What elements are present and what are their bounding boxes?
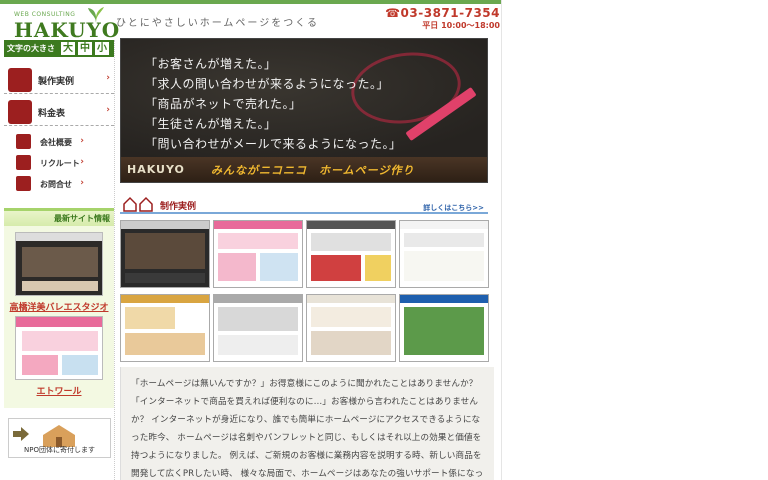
phone-number: ☎03-3871-7354 [385,6,500,20]
mail-icon [16,176,31,191]
sidebar-divider [114,40,115,480]
leaf-icon [88,7,104,23]
sidebar-item-label: リクルート [40,159,80,168]
intro-text: 「ホームページは無いんですか？」お得意様にこのように聞かれたことはありませんか？… [131,379,484,479]
work-thumbnail-4[interactable] [399,220,489,288]
font-size-medium-button[interactable]: 中 [77,41,93,56]
hero-quote: 「問い合わせがメールで来るようになった。」 [145,137,402,151]
contact-phone: ☎03-3871-7354 平日 10:00〜18:00 [380,6,500,32]
sidebar-item-label: お問合せ [40,180,72,189]
hero-quote: 「お客さんが増えた。」 [145,57,277,71]
sidebar-item-label: 製作実例 [38,77,75,87]
latest-site-link-2[interactable]: エトワール [4,384,114,397]
chevron-right-icon: › [80,178,84,188]
chevron-right-icon: › [80,157,84,167]
works-section-title: 制作実例 [160,202,197,212]
sidebar-item-price[interactable]: 料金表 › [4,98,114,126]
hero-quote: 「商品がネットで売れた。」 [145,97,302,111]
sidebar-item-label: 料金表 [38,109,66,119]
work-thumbnail-2[interactable] [213,220,303,288]
font-size-small-button[interactable]: 小 [94,41,110,56]
font-size-large-button[interactable]: 大 [60,41,76,56]
home-icon [16,134,31,149]
house-icon [43,425,75,447]
work-thumbnail-6[interactable] [213,294,303,362]
intro-section: 「ホームページは無いんですか？」お得意様にこのように聞かれたことはありませんか？… [120,367,494,480]
latest-sites-title: 最新サイト情報 [54,214,110,223]
npo-label: NPO団体に寄付します [24,446,95,454]
work-thumbnail-8[interactable] [399,294,489,362]
arrow-right-icon [13,427,29,441]
tagline: ひとにやさしいホームページをつくる [116,18,319,29]
hero-slogan: みんながニコニコ ホームページ作り [211,164,415,177]
house-outline-icon [123,196,153,212]
chevron-right-icon: › [80,136,84,146]
page: WEB CONSULTING HAKUYO ひとにやさしいホームページをつくる … [0,0,502,480]
work-thumbnail-3[interactable] [306,220,396,288]
works-icon [8,68,32,92]
sidebar-item-company[interactable]: 会社概要 › [4,132,114,152]
hero-banner: 「お客さんが増えた。」 「求人の問い合わせが来るようになった。」 「商品がネット… [120,38,488,183]
latest-site-thumbnail-2[interactable] [15,316,103,380]
top-bar [0,0,501,4]
latest-sites-panel: 最新サイト情報 高橋洋美バレエスタジオ エトワール [4,208,114,408]
hero-slogan-strip: HAKUYO みんながニコニコ ホームページ作り [121,157,487,182]
works-more-link[interactable]: 詳しくはこちら>> [423,203,484,213]
latest-site-link-1[interactable]: 高橋洋美バレエスタジオ [4,300,114,313]
work-thumbnail-5[interactable] [120,294,210,362]
work-thumbnail-7[interactable] [306,294,396,362]
hero-brand: HAKUYO [127,163,185,176]
sidebar-item-works[interactable]: 製作実例 › [4,66,114,94]
npo-donation-banner[interactable]: NPO団体に寄付します [8,418,111,458]
sidebar-item-contact[interactable]: お問合せ › [4,174,114,194]
font-size-label: 文字の大きさ [7,44,55,53]
font-size-bar: 文字の大きさ 大 中 小 [4,40,114,57]
yen-icon [8,100,32,124]
business-hours: 平日 10:00〜18:00 [422,21,500,30]
hero-quote: 「生徒さんが増えた。」 [145,117,277,131]
hero-quote: 「求人の問い合わせが来るようになった。」 [145,77,390,91]
logo[interactable]: WEB CONSULTING HAKUYO [6,6,119,42]
latest-sites-header: 最新サイト情報 [4,208,114,226]
person-icon [16,155,31,170]
sidebar-item-label: 会社概要 [40,138,72,147]
works-section-header: 制作実例 詳しくはこちら>> [120,194,488,214]
chalkboard: 「お客さんが増えた。」 「求人の問い合わせが来るようになった。」 「商品がネット… [121,39,487,157]
work-thumbnail-1[interactable] [120,220,210,288]
sidebar-item-recruit[interactable]: リクルート › [4,153,114,173]
chevron-right-icon: › [106,105,110,115]
latest-site-thumbnail-1[interactable] [15,232,103,296]
logo-subtitle: WEB CONSULTING [14,11,76,18]
chevron-right-icon: › [106,73,110,83]
